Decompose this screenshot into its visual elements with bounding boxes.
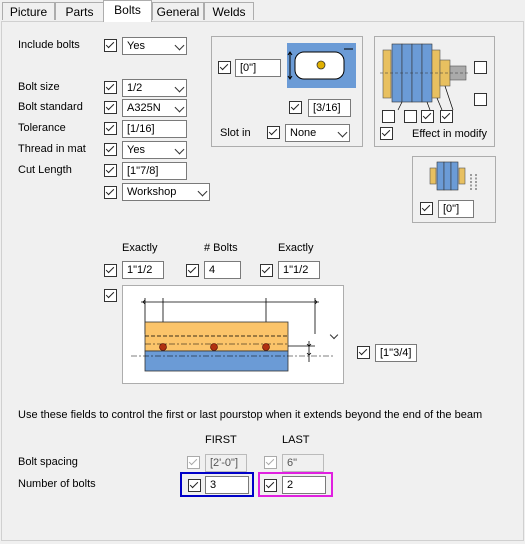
last-count-checkbox[interactable] bbox=[264, 479, 277, 492]
bolt-size-select[interactable]: 1/2 bbox=[122, 79, 187, 97]
effect-in-modify-checkbox[interactable] bbox=[380, 127, 393, 140]
washer-offset-checkbox[interactable] bbox=[420, 202, 433, 215]
exactly-right-field[interactable]: 1"1/2 bbox=[278, 261, 320, 279]
bolt-size-value: 1/2 bbox=[127, 82, 143, 94]
slot-offset-checkbox[interactable] bbox=[218, 61, 231, 74]
chevron-down-icon bbox=[174, 82, 185, 93]
slot-in-value: None bbox=[290, 127, 317, 139]
washer-inner-checkbox[interactable] bbox=[421, 110, 434, 123]
num-bolts-checkbox[interactable] bbox=[186, 264, 199, 277]
tab-parts[interactable]: Parts bbox=[55, 2, 104, 20]
include-bolts-select[interactable]: Yes bbox=[122, 37, 187, 55]
exactly-right-label: Exactly bbox=[278, 242, 314, 254]
washer-offset-diagram bbox=[429, 161, 477, 191]
bolt-layout-diagram bbox=[131, 298, 333, 372]
workshop-checkbox[interactable] bbox=[104, 186, 117, 199]
edge-distance-checkbox[interactable] bbox=[357, 346, 370, 359]
slot-in-label: Slot in bbox=[220, 127, 251, 139]
exactly-left-checkbox[interactable] bbox=[104, 264, 117, 277]
exactly-left-field[interactable]: 1"1/2 bbox=[122, 261, 164, 279]
slot-in-select[interactable]: None bbox=[285, 124, 350, 142]
tab-general[interactable]: General bbox=[152, 2, 204, 20]
bolt-standard-select[interactable]: A325N bbox=[122, 99, 187, 117]
slot-offset-field[interactable]: [0"] bbox=[235, 59, 281, 77]
cut-length-label: Cut Length bbox=[18, 164, 72, 176]
first-spacing-field[interactable]: [2'-0"] bbox=[205, 454, 247, 472]
first-label: FIRST bbox=[205, 434, 237, 446]
last-count-field[interactable]: 2 bbox=[282, 476, 326, 494]
layout-option-checkbox[interactable] bbox=[104, 289, 117, 302]
slot-width-checkbox[interactable] bbox=[289, 101, 302, 114]
chevron-down-icon bbox=[174, 40, 185, 51]
tab-welds[interactable]: Welds bbox=[204, 2, 254, 20]
pourstop-note: Use these fields to control the first or… bbox=[18, 409, 483, 421]
nut-inner-checkbox[interactable] bbox=[440, 110, 453, 123]
thread-in-mat-label: Thread in mat bbox=[18, 143, 86, 155]
last-label: LAST bbox=[282, 434, 310, 446]
last-spacing-field[interactable]: 6" bbox=[282, 454, 324, 472]
tolerance-field[interactable]: [1/16] bbox=[122, 120, 187, 138]
last-spacing-checkbox[interactable] bbox=[264, 456, 277, 469]
first-spacing-checkbox[interactable] bbox=[187, 456, 200, 469]
thread-in-mat-value: Yes bbox=[127, 144, 145, 156]
slot-width-field[interactable]: [3/16] bbox=[308, 99, 351, 117]
include-bolts-checkbox[interactable] bbox=[104, 39, 117, 52]
washer-left-checkbox[interactable] bbox=[382, 110, 395, 123]
bolt-standard-label: Bolt standard bbox=[18, 101, 83, 113]
workshop-select[interactable]: Workshop bbox=[122, 183, 210, 201]
bolt-layout-picture[interactable] bbox=[122, 285, 344, 384]
washer-mid-checkbox[interactable] bbox=[404, 110, 417, 123]
tolerance-checkbox[interactable] bbox=[104, 122, 117, 135]
thread-in-mat-checkbox[interactable] bbox=[104, 143, 117, 156]
num-bolts-label: # Bolts bbox=[204, 242, 238, 254]
tab-picture[interactable]: Picture bbox=[2, 2, 55, 20]
thread-in-mat-select[interactable]: Yes bbox=[122, 141, 187, 159]
chevron-down-icon bbox=[197, 186, 208, 197]
bolt-spacing-label: Bolt spacing bbox=[18, 456, 78, 468]
tab-bar: Picture Parts Bolts General Welds bbox=[0, 0, 525, 22]
cut-length-checkbox[interactable] bbox=[104, 164, 117, 177]
workshop-value: Workshop bbox=[127, 186, 177, 198]
exactly-right-checkbox[interactable] bbox=[260, 264, 273, 277]
tab-bolts[interactable]: Bolts bbox=[103, 0, 152, 22]
chevron-down-icon bbox=[174, 102, 185, 113]
include-bolts-label: Include bolts bbox=[18, 39, 80, 51]
number-of-bolts-label: Number of bolts bbox=[18, 478, 96, 490]
bolt-standard-checkbox[interactable] bbox=[104, 101, 117, 114]
bolt-assembly-diagram bbox=[380, 43, 470, 111]
slot-diagram bbox=[287, 43, 356, 88]
cut-length-field[interactable]: [1"7/8] bbox=[122, 162, 187, 180]
tolerance-label: Tolerance bbox=[18, 122, 66, 134]
first-count-field[interactable]: 3 bbox=[205, 476, 249, 494]
washer-offset-field[interactable]: [0"] bbox=[438, 200, 474, 218]
include-bolts-value: Yes bbox=[127, 40, 145, 52]
edge-distance-field[interactable]: [1"3/4] bbox=[375, 344, 417, 362]
num-bolts-field[interactable]: 4 bbox=[204, 261, 241, 279]
exactly-left-label: Exactly bbox=[122, 242, 158, 254]
bolt-size-checkbox[interactable] bbox=[104, 81, 117, 94]
bolt-size-label: Bolt size bbox=[18, 81, 60, 93]
effect-in-modify-label: Effect in modify bbox=[412, 128, 487, 140]
nut-checkbox[interactable] bbox=[474, 61, 487, 74]
first-count-checkbox[interactable] bbox=[188, 479, 201, 492]
washer-right-checkbox[interactable] bbox=[474, 93, 487, 106]
chevron-down-icon bbox=[337, 127, 348, 138]
slot-in-checkbox[interactable] bbox=[267, 126, 280, 139]
chevron-down-icon bbox=[174, 144, 185, 155]
bolt-standard-value: A325N bbox=[127, 102, 161, 114]
